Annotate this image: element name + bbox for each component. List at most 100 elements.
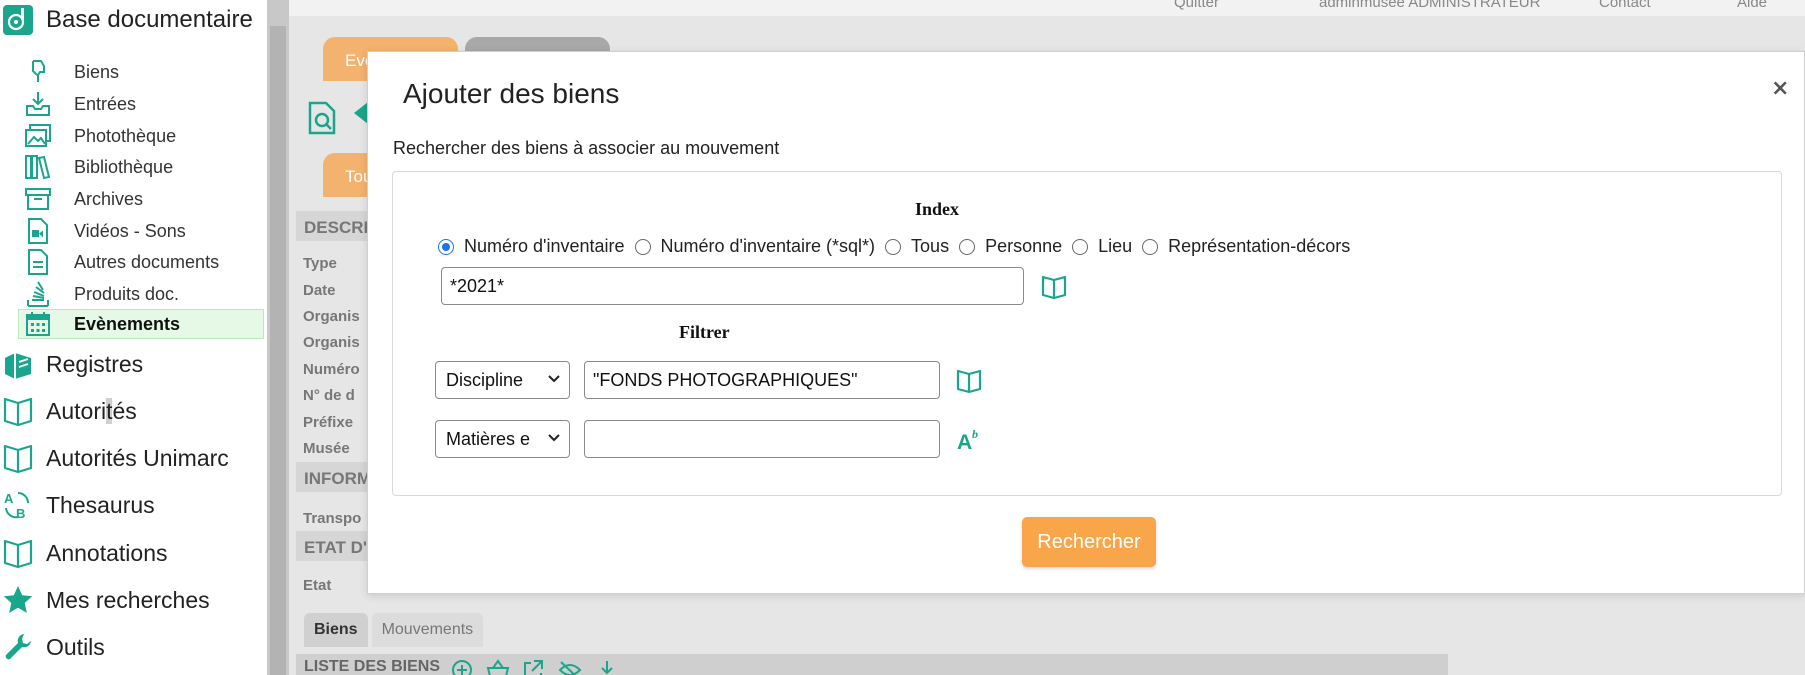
radio-label: Numéro d'inventaire [464,236,625,256]
open-book-icon [3,444,33,474]
field-label: Organis [303,334,360,351]
sidebar-item-phototheque[interactable]: Photothèque [18,121,264,151]
inbox-download-icon [26,92,50,116]
sidebar-item-label: Entrées [74,93,137,114]
field-label: Etat [303,577,332,594]
hand-object-icon [32,60,45,82]
svg-text:A: A [957,431,972,452]
arrow-left-icon[interactable] [350,100,368,126]
radio-dot[interactable] [1072,238,1089,255]
list-title: LISTE DES BIENS [304,658,441,675]
radio-dot[interactable] [634,238,651,255]
external-link-icon[interactable] [522,659,544,675]
sidebar-item-registres[interactable]: Registres [0,344,267,384]
sidebar-item-autres-documents[interactable]: Autres documents [18,247,264,277]
search-panel: Index Numéro d'inventaire Numéro d'inven… [392,171,1782,496]
select-value: Discipline [446,370,524,390]
radio-label: Personne [985,236,1063,256]
sidebar-item-produits-doc[interactable]: Produits doc. [18,279,264,309]
sidebar-item-biens[interactable]: Biens [18,57,264,87]
download-icon[interactable] [596,659,618,675]
field-label: Organis [303,308,360,325]
index-search-input[interactable]: *2021* [441,267,1024,305]
svg-text:B: B [16,506,25,521]
sidebar-item-label: Thesaurus [46,491,155,518]
tab-biens[interactable]: Biens [304,613,368,647]
radio-place[interactable]: Lieu [1072,236,1132,257]
sidebar-item-entrees[interactable]: Entrées [18,89,264,119]
radio-person[interactable]: Personne [959,236,1062,257]
registers-icon [5,353,31,379]
video-file-icon [28,218,48,244]
radio-dot[interactable] [438,238,454,255]
field-label: Musée [303,440,350,457]
sidebar-item-label: Evènements [74,313,181,334]
sidebar-item-label: Photothèque [74,125,177,146]
sidebar-item-autorites-unimarc[interactable]: Autorités Unimarc [0,438,267,478]
documentary-base-icon [3,5,33,35]
filter-value-input-2[interactable] [584,420,940,458]
radio-label: Lieu [1098,236,1133,256]
contact-link[interactable]: Contact [1599,0,1651,11]
radio-dot[interactable] [885,238,902,255]
open-book-icon[interactable] [956,368,982,394]
stack-icon [27,281,49,307]
field-label: Date [303,282,336,299]
sidebar-item-thesaurus[interactable]: A B Thesaurus [0,485,267,525]
index-heading: Index [915,199,960,219]
section-state: ETAT D' [296,531,376,561]
open-book-icon [3,539,33,569]
search-button[interactable]: Rechercher [1022,517,1156,567]
filter-heading: Filtrer [679,322,730,342]
radio-dot[interactable] [959,238,976,255]
section-information: INFORM [296,462,376,492]
label-part: és [112,397,137,424]
sidebar-item-videos-sons[interactable]: Vidéos - Sons [18,216,264,246]
svg-text:b: b [972,427,978,441]
sidebar-item-label: Autorités [46,397,137,425]
scrollbar-thumb[interactable] [270,26,286,675]
sidebar-item-mes-recherches[interactable]: Mes recherches [0,580,267,620]
svg-text:A: A [4,491,14,506]
user-link[interactable]: adminmusee ADMINISTRATEUR [1319,0,1540,11]
basket-icon[interactable] [486,659,510,675]
field-label: Préfixe [303,414,354,431]
sidebar-item-autorites[interactable]: Autorités [0,391,267,431]
books-icon [25,155,51,180]
sidebar-item-label: Vidéos - Sons [74,220,186,241]
search-document-icon[interactable] [304,100,340,136]
sidebar-item-label: Annotations [46,539,168,566]
dialog-title: Ajouter des biens [403,78,620,109]
open-book-icon[interactable] [1041,274,1067,300]
sidebar-item-archives[interactable]: Archives [18,184,264,214]
sidebar-scrollbar[interactable] [267,0,289,675]
quit-link[interactable]: Quitter [1174,0,1219,11]
add-items-dialog: Ajouter des biens × Rechercher des biens… [367,51,1805,594]
radio-label: Numéro d'inventaire (*sql*) [660,236,876,256]
add-circle-icon[interactable] [451,659,473,675]
close-button[interactable]: × [1771,76,1789,101]
radio-all[interactable]: Tous [885,236,949,257]
help-link[interactable]: Aide [1737,0,1767,11]
radio-dot[interactable] [1142,238,1159,255]
sidebar-item-label: Outils [46,633,105,660]
radio-representation[interactable]: Représentation-décors [1142,236,1350,257]
filter-field-select-1[interactable]: Discipline [435,361,570,399]
sidebar-item-evenements[interactable]: Evènements [18,309,264,339]
radio-inventory-number-sql[interactable]: Numéro d'inventaire (*sql*) [634,236,876,257]
sidebar-item-outils[interactable]: Outils [0,627,267,667]
radio-inventory-number[interactable]: Numéro d'inventaire [438,236,625,257]
tab-mouvements[interactable]: Mouvements [371,613,484,647]
wrench-icon [5,634,31,660]
text-format-icon[interactable]: A b [956,426,982,452]
sidebar-item-annotations[interactable]: Annotations [0,533,267,573]
hide-eye-icon[interactable] [558,659,582,675]
sidebar-title[interactable]: Base documentaire [0,2,267,38]
filter-field-select-2[interactable]: Matières e [435,420,570,458]
filter-value-input-1[interactable]: "FONDS PHOTOGRAPHIQUES" [584,361,940,399]
radio-label: Tous [911,236,950,256]
sidebar-item-label: Autres documents [74,251,220,272]
sidebar-item-label: Autorités Unimarc [46,444,229,471]
sidebar-item-bibliotheque[interactable]: Bibliothèque [18,152,264,182]
calendar-icon [26,312,50,336]
